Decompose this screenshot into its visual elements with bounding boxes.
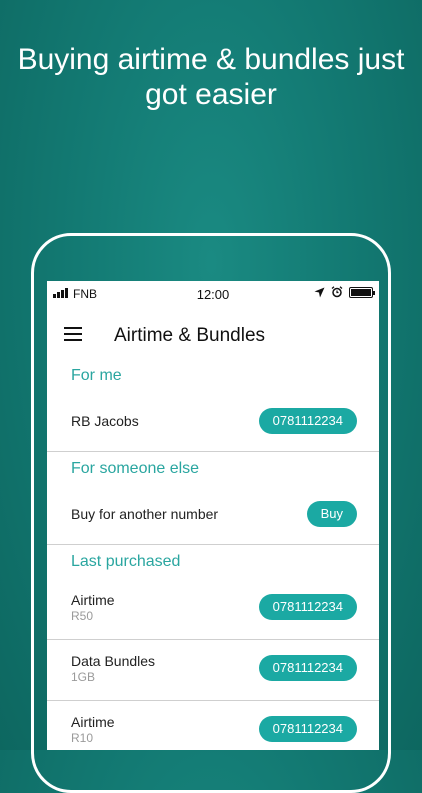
section-header-someone-else: For someone else [71,460,200,477]
phone-screen: FNB 12:00 Airtime & Bundles For me RB Ja… [47,281,379,750]
buy-button[interactable]: Buy [306,501,357,527]
purchase-amount: R10 [71,731,94,745]
purchase-type: Airtime [71,714,115,730]
status-icons [314,286,375,298]
number-button[interactable]: 0781112234 [258,408,357,434]
number-button[interactable]: 0781112234 [258,716,357,742]
app-title: Airtime & Bundles [114,325,266,346]
app-bar: Airtime & Bundles [47,307,379,365]
purchase-amount: R50 [71,609,94,623]
list-item[interactable]: Airtime R10 0781112234 [47,701,379,750]
list-item-another-number[interactable]: Buy for another number Buy [47,486,379,545]
list-item-for-me[interactable]: RB Jacobs 0781112234 [47,393,379,452]
contact-name: RB Jacobs [71,413,139,429]
purchase-amount: 1GB [71,670,96,684]
number-button[interactable]: 0781112234 [258,594,357,620]
purchase-type: Airtime [71,592,115,608]
section-header-last-purchased: Last purchased [71,553,181,570]
number-button[interactable]: 0781112234 [258,655,357,681]
headline: Buying airtime & bundles just got easier [17,43,405,111]
list-item[interactable]: Data Bundles 1GB 0781112234 [47,640,379,701]
buy-another-label: Buy for another number [71,506,219,522]
menu-icon[interactable] [64,327,82,341]
alarm-icon [331,286,343,298]
list-item[interactable]: Airtime R50 0781112234 [47,579,379,640]
status-bar: FNB 12:00 [47,281,379,307]
purchase-type: Data Bundles [71,653,156,669]
location-arrow-icon [314,287,325,297]
battery-icon [349,286,375,298]
